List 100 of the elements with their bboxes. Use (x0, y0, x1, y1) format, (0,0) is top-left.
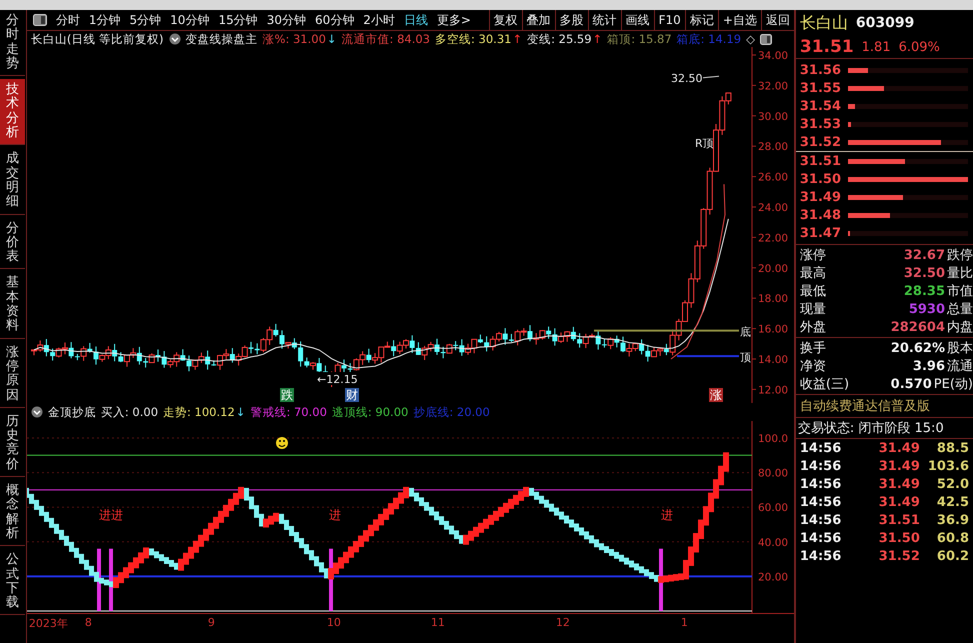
toolbar-button[interactable]: 画线 (620, 10, 654, 30)
box-label: 顶 (740, 351, 751, 364)
stat-label: 量比 (947, 265, 973, 282)
period-tab[interactable]: 5分钟 (130, 12, 162, 28)
tick-time: 14:56 (800, 512, 842, 528)
stat-label: 最高 (800, 265, 826, 282)
order-price: 31.49 (800, 190, 842, 204)
stat-label: 涨停 (800, 247, 826, 264)
date-tick-label: 9 (206, 616, 215, 629)
price-tick-label: 14.00 (758, 354, 788, 366)
side-tab[interactable]: 概念解析 (0, 480, 25, 546)
order-price: 31.51 (800, 154, 842, 168)
tick-price: 31.49 (878, 440, 920, 456)
side-tab[interactable]: 公式下载 (0, 549, 25, 616)
order-price: 31.52 (800, 134, 842, 150)
trend-arrow: ↑ (512, 32, 522, 46)
diamond-symbol: ◇ (746, 32, 755, 46)
signal-label: R顶 (694, 137, 714, 150)
toolbar-button[interactable]: F10 (654, 10, 685, 30)
dropdown-icon[interactable] (30, 406, 43, 418)
promo-text[interactable]: 自动续费通达信普及版 (796, 395, 973, 418)
side-tab[interactable]: 分价表 (0, 218, 25, 270)
trade-status: 交易状态: 闭市阶段 15:0 (796, 418, 973, 439)
chart-title: 长白山(日线 等比前复权) (30, 32, 164, 46)
toolbar-button[interactable]: 标记 (684, 10, 718, 30)
date-tick-label: 8 (84, 616, 92, 629)
period-tab[interactable]: 2小时 (363, 12, 395, 28)
order-price: 31.47 (800, 226, 842, 240)
indicator-value: 走势: 100.12 (163, 404, 235, 420)
side-tab[interactable]: 涨停原因 (0, 342, 25, 408)
price-tick-label: 28.00 (758, 141, 788, 154)
period-tab[interactable]: 30分钟 (266, 12, 306, 28)
stat-label: 内盘 (947, 319, 973, 336)
stock-name: 长白山 (800, 12, 848, 34)
toolbar-button[interactable]: 统计 (588, 10, 621, 30)
period-tab[interactable]: 日线 (404, 12, 428, 28)
high-price-label: 32.50 (670, 72, 702, 85)
tick-volume: 36.9 (936, 512, 970, 528)
indicator-tick-label: 80.00 (758, 468, 788, 480)
period-tab[interactable]: 1分钟 (88, 12, 121, 28)
more-menu[interactable]: 更多> (436, 12, 471, 28)
date-tick-label: 10 (326, 616, 341, 629)
indicator-value: 多空线: 30.31 (435, 32, 512, 46)
toolbar-button[interactable]: +自选 (718, 10, 761, 30)
last-price: 31.51 (800, 37, 854, 57)
tick-time: 14:56 (800, 440, 842, 456)
indicator-tick-label: 100.0 (758, 433, 788, 445)
stat-value: 3.96 (912, 358, 946, 374)
price-tick-label: 22.00 (758, 232, 788, 244)
indicator-tick-label: 20.00 (758, 571, 788, 584)
panel-toggle-icon[interactable] (32, 14, 47, 26)
tick-volume: 103.6 (926, 458, 970, 474)
stat-label: 跌停 (947, 247, 973, 264)
side-tab[interactable]: 成交明细 (0, 148, 25, 215)
price-tick-label: 18.00 (758, 293, 788, 306)
stat-label: 市值 (947, 283, 973, 300)
stat-label: 净资 (800, 358, 826, 375)
stat-label: 流通 (947, 358, 973, 375)
indicator-value: 警戒线: 70.00 (250, 404, 327, 420)
period-tab[interactable]: 15分钟 (218, 12, 258, 28)
toolbar-button[interactable]: 多股 (554, 10, 588, 30)
stat-label: 总量 (947, 301, 973, 318)
indicator-value: 流通市值: 84.03 (342, 32, 430, 46)
date-tick-label: 2023年 (28, 616, 68, 631)
toolbar-button[interactable]: 返回 (760, 10, 794, 30)
date-tick-label: 12 (554, 616, 570, 629)
panel-toggle-icon[interactable] (760, 34, 772, 44)
tick-volume: 52.0 (936, 476, 970, 492)
side-tab[interactable]: 历史竞价 (0, 410, 25, 478)
indicator-value: 涨%: 31.00 (262, 32, 326, 46)
stat-value: 282604 (890, 320, 946, 334)
tick-volume: 60.2 (936, 548, 970, 564)
indicator-name: 变盘线操盘主 (186, 32, 258, 46)
stat-value: 5930 (908, 302, 946, 316)
dropdown-icon[interactable] (168, 33, 181, 45)
toolbar-button[interactable]: 叠加 (522, 10, 555, 30)
tick-price: 31.49 (878, 458, 920, 474)
percent-change: 6.09% (898, 40, 940, 54)
indicator-value: 变线: 25.59 (527, 32, 592, 46)
trend-arrow: ↓ (326, 32, 337, 46)
side-tab[interactable]: 基本资料 (0, 272, 25, 339)
trend-arrow: ↓ (236, 405, 246, 419)
side-tab[interactable]: 技术分析 (0, 79, 25, 146)
price-tick-label: 34.00 (758, 50, 788, 62)
toolbar-button[interactable]: 复权 (488, 10, 522, 30)
buy-signal-label: 进 (660, 508, 673, 522)
period-tab[interactable]: 60分钟 (315, 12, 354, 28)
box-label: 底 (740, 326, 751, 339)
period-tab[interactable]: 分时 (56, 12, 80, 28)
stat-label: 现量 (800, 301, 826, 318)
period-tab[interactable]: 10分钟 (170, 12, 210, 28)
price-tick-label: 30.00 (758, 110, 788, 123)
buy-signal-label: 进 (328, 508, 341, 522)
stat-value: 28.35 (902, 284, 946, 298)
smiley-icon (276, 437, 288, 449)
side-tab[interactable]: 分时走势 (0, 10, 25, 76)
stat-value: 20.62% (890, 340, 946, 356)
trend-arrow: ↑ (592, 32, 602, 46)
tick-price: 31.51 (878, 512, 920, 528)
tick-time: 14:56 (800, 548, 842, 564)
